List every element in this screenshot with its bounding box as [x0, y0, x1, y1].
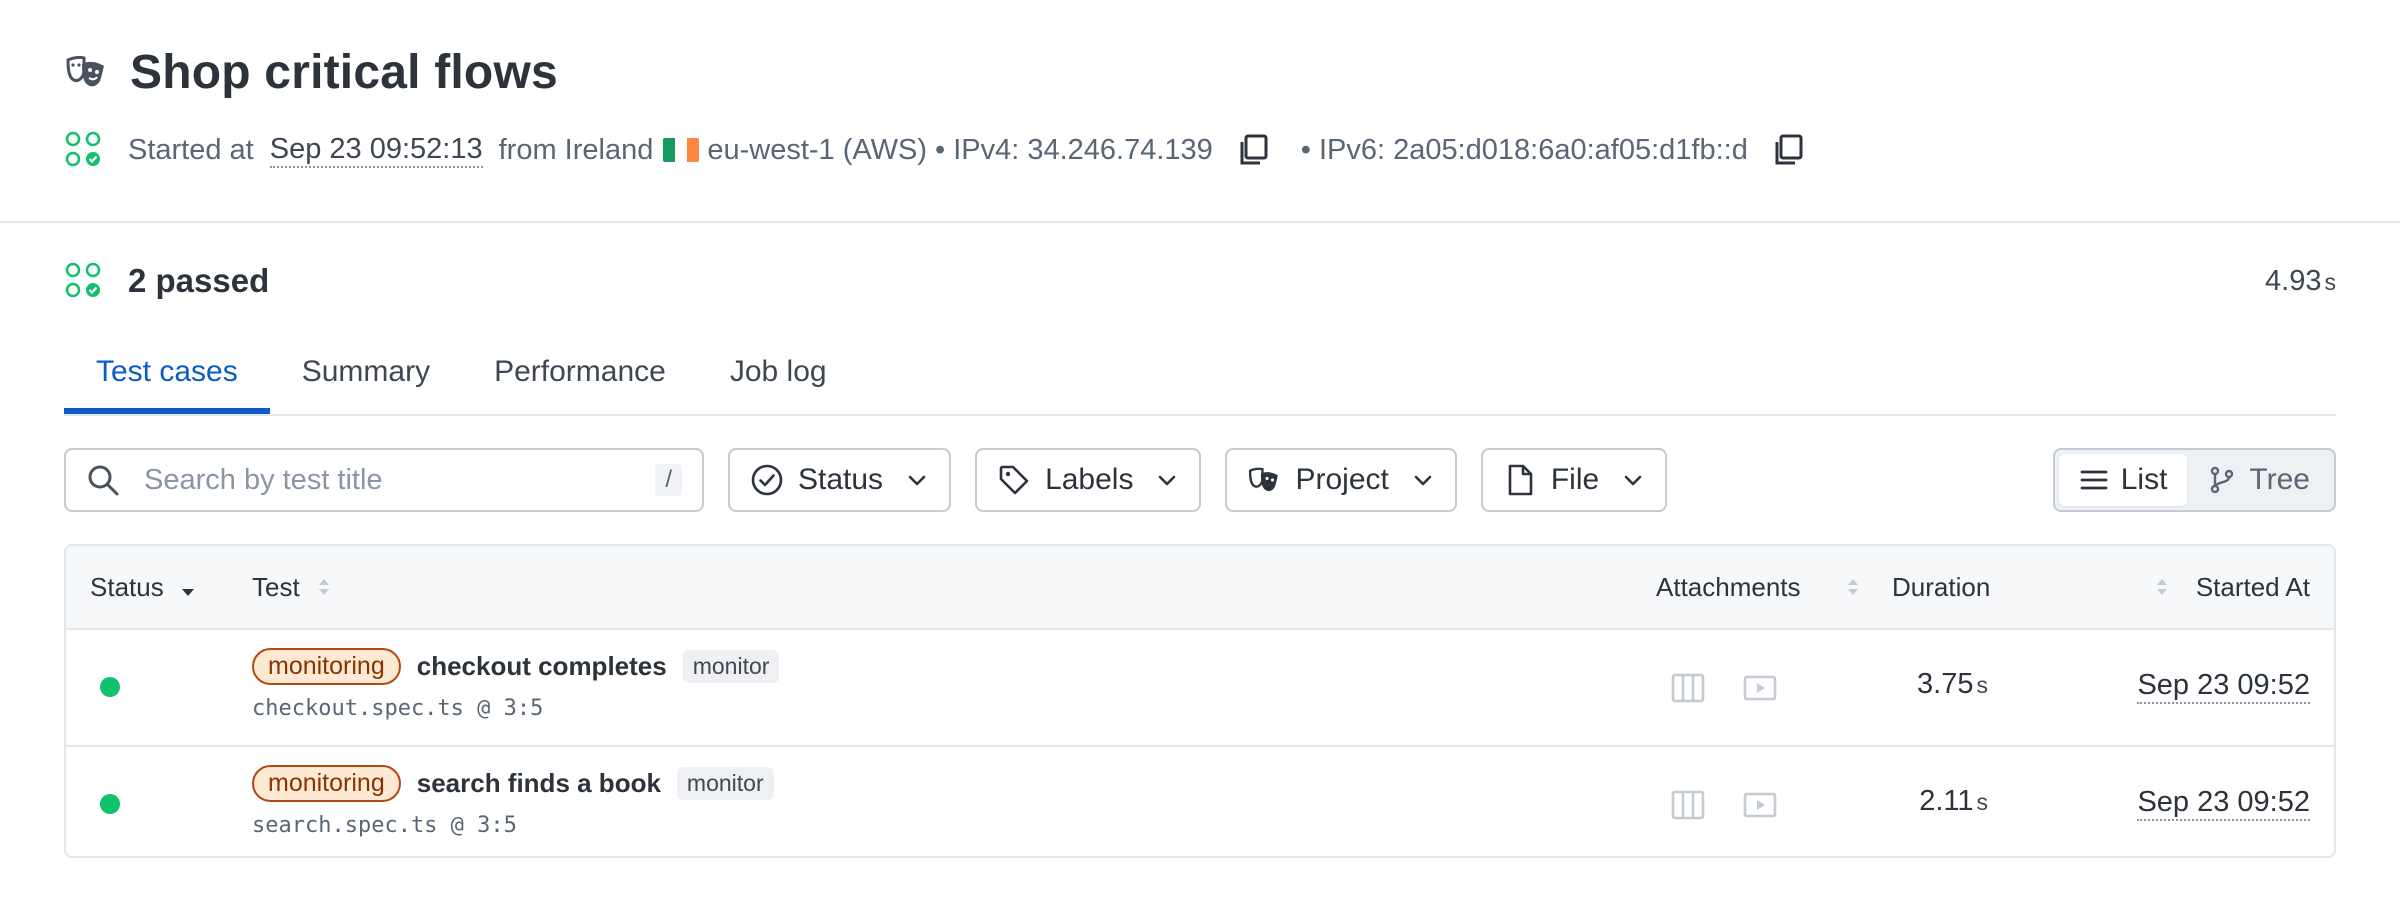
git-branch-icon [2211, 466, 2234, 494]
list-view-button[interactable]: List [2058, 454, 2188, 506]
table-header: Status Test Attachments Duration Started… [66, 546, 2334, 630]
total-duration: 4.93 s [2265, 265, 2336, 298]
search-input[interactable] [142, 462, 656, 498]
file-icon [1508, 464, 1533, 496]
tab-summary[interactable]: Summary [270, 330, 462, 414]
sort-desc-icon [181, 589, 194, 596]
separator: • [935, 133, 946, 166]
sort-icon [318, 579, 329, 595]
video-icon[interactable] [1742, 787, 1778, 823]
column-header-attachments[interactable]: Attachments [1656, 546, 1863, 628]
tab-bar: Test cases Summary Performance Job log [64, 330, 2336, 416]
file-filter-button[interactable]: File [1480, 448, 1668, 512]
chevron-down-icon [1624, 475, 1642, 486]
chevron-down-icon [908, 475, 926, 486]
test-title[interactable]: search finds a book [417, 768, 661, 799]
labels-filter-label: Labels [1045, 463, 1134, 496]
page-title: Shop critical flows [130, 45, 558, 99]
check-circle-icon [751, 464, 783, 496]
summary-row: 2 passed 4.93 s [64, 257, 2336, 305]
chevron-down-icon [1414, 475, 1432, 486]
test-cases-table: Status Test Attachments Duration Started… [64, 544, 2336, 858]
search-icon [88, 465, 119, 496]
run-header: Shop critical flows Started at Sep 23 09… [64, 40, 2336, 174]
test-title[interactable]: checkout completes [417, 651, 667, 682]
status-filter-button[interactable]: Status [728, 448, 952, 512]
copy-ipv4-icon[interactable] [1235, 132, 1271, 168]
label-tag[interactable]: monitor [676, 766, 774, 800]
list-view-label: List [2120, 463, 2168, 496]
file-filter-label: File [1550, 463, 1600, 496]
column-header-duration[interactable]: Duration [1892, 546, 1990, 628]
ipv6-text: IPv6: 2a05:d018:6a0:af05:d1fb::d [1318, 133, 1748, 166]
project-filter-label: Project [1295, 463, 1389, 496]
header-divider [0, 221, 2400, 223]
labels-filter-button[interactable]: Labels [975, 448, 1202, 512]
duration-value: 3.75 [1917, 668, 1974, 700]
theater-masks-icon [66, 55, 104, 87]
started-at-cell[interactable]: Sep 23 09:52 [2137, 668, 2310, 704]
passed-status-dot [100, 677, 120, 697]
tree-view-button[interactable]: Tree [2187, 454, 2330, 506]
duration-value: 2.11 [1919, 785, 1974, 817]
duration-unit: s [1976, 672, 1989, 698]
test-location: checkout.spec.ts @ 3:5 [252, 696, 544, 721]
view-toggle: List Tree [2052, 448, 2336, 512]
run-meta: Started at Sep 23 09:52:13 from Ireland … [64, 126, 2336, 174]
table-row[interactable]: monitoring search finds a book monitor s… [66, 747, 2334, 856]
started-prefix: Started at [128, 133, 254, 166]
project-tag[interactable]: monitoring [252, 764, 401, 802]
column-started-at-label: Started At [2195, 571, 2310, 602]
duration-cell: 2.11 s [1919, 785, 1988, 818]
column-header-test[interactable]: Test [252, 546, 334, 628]
project-filter-button[interactable]: Project [1225, 448, 1457, 512]
tag-icon [999, 465, 1029, 495]
search-shortcut-key: / [655, 464, 682, 496]
column-test-label: Test [252, 571, 300, 602]
location-text: from Ireland [498, 133, 654, 166]
tree-view-label: Tree [2249, 463, 2310, 496]
sort-icon [1847, 579, 1858, 595]
started-at-cell[interactable]: Sep 23 09:52 [2137, 785, 2310, 821]
filter-bar: / Status Labels Project [64, 448, 2336, 512]
test-cell: monitoring checkout completes monitor ch… [252, 646, 780, 721]
ireland-flag-icon [663, 138, 700, 162]
passed-status-dot [100, 794, 120, 814]
duration-unit: s [1976, 789, 1989, 815]
trace-columns-icon[interactable] [1670, 787, 1706, 823]
sort-icon [2156, 579, 2167, 595]
test-location: search.spec.ts @ 3:5 [252, 813, 517, 838]
duration-cell: 3.75 s [1917, 668, 1988, 701]
label-tag[interactable]: monitor [682, 649, 780, 683]
video-icon[interactable] [1742, 670, 1778, 706]
theater-masks-icon [1249, 467, 1279, 492]
total-duration-unit: s [2324, 268, 2337, 295]
status-grid-icon [65, 262, 101, 298]
tab-test-cases[interactable]: Test cases [64, 330, 270, 414]
trace-columns-icon[interactable] [1670, 670, 1706, 706]
ipv4-text: IPv4: 34.246.74.139 [953, 133, 1213, 166]
column-status-label: Status [90, 571, 164, 602]
copy-ipv6-icon[interactable] [1770, 132, 1806, 168]
separator: • [1300, 133, 1311, 166]
passed-count: 2 passed [128, 262, 270, 299]
status-filter-label: Status [798, 463, 884, 496]
total-duration-value: 4.93 [2265, 264, 2322, 297]
test-cell: monitoring search finds a book monitor s… [252, 763, 774, 838]
column-attachments-label: Attachments [1656, 571, 1801, 602]
title-row: Shop critical flows [64, 40, 2336, 104]
search-box[interactable]: / [64, 448, 704, 512]
column-header-started-at[interactable]: Started At [2152, 546, 2310, 628]
status-grid-icon [65, 131, 101, 167]
tab-performance[interactable]: Performance [462, 330, 698, 414]
chevron-down-icon [1159, 475, 1176, 486]
region-text: eu-west-1 (AWS) [707, 133, 928, 166]
started-at-time[interactable]: Sep 23 09:52:13 [269, 133, 483, 168]
tab-job-log[interactable]: Job log [698, 330, 859, 414]
list-icon [2080, 470, 2108, 490]
table-row[interactable]: monitoring checkout completes monitor ch… [66, 630, 2334, 747]
column-header-status[interactable]: Status [90, 546, 198, 628]
column-duration-label: Duration [1892, 571, 1991, 602]
project-tag[interactable]: monitoring [252, 647, 401, 685]
